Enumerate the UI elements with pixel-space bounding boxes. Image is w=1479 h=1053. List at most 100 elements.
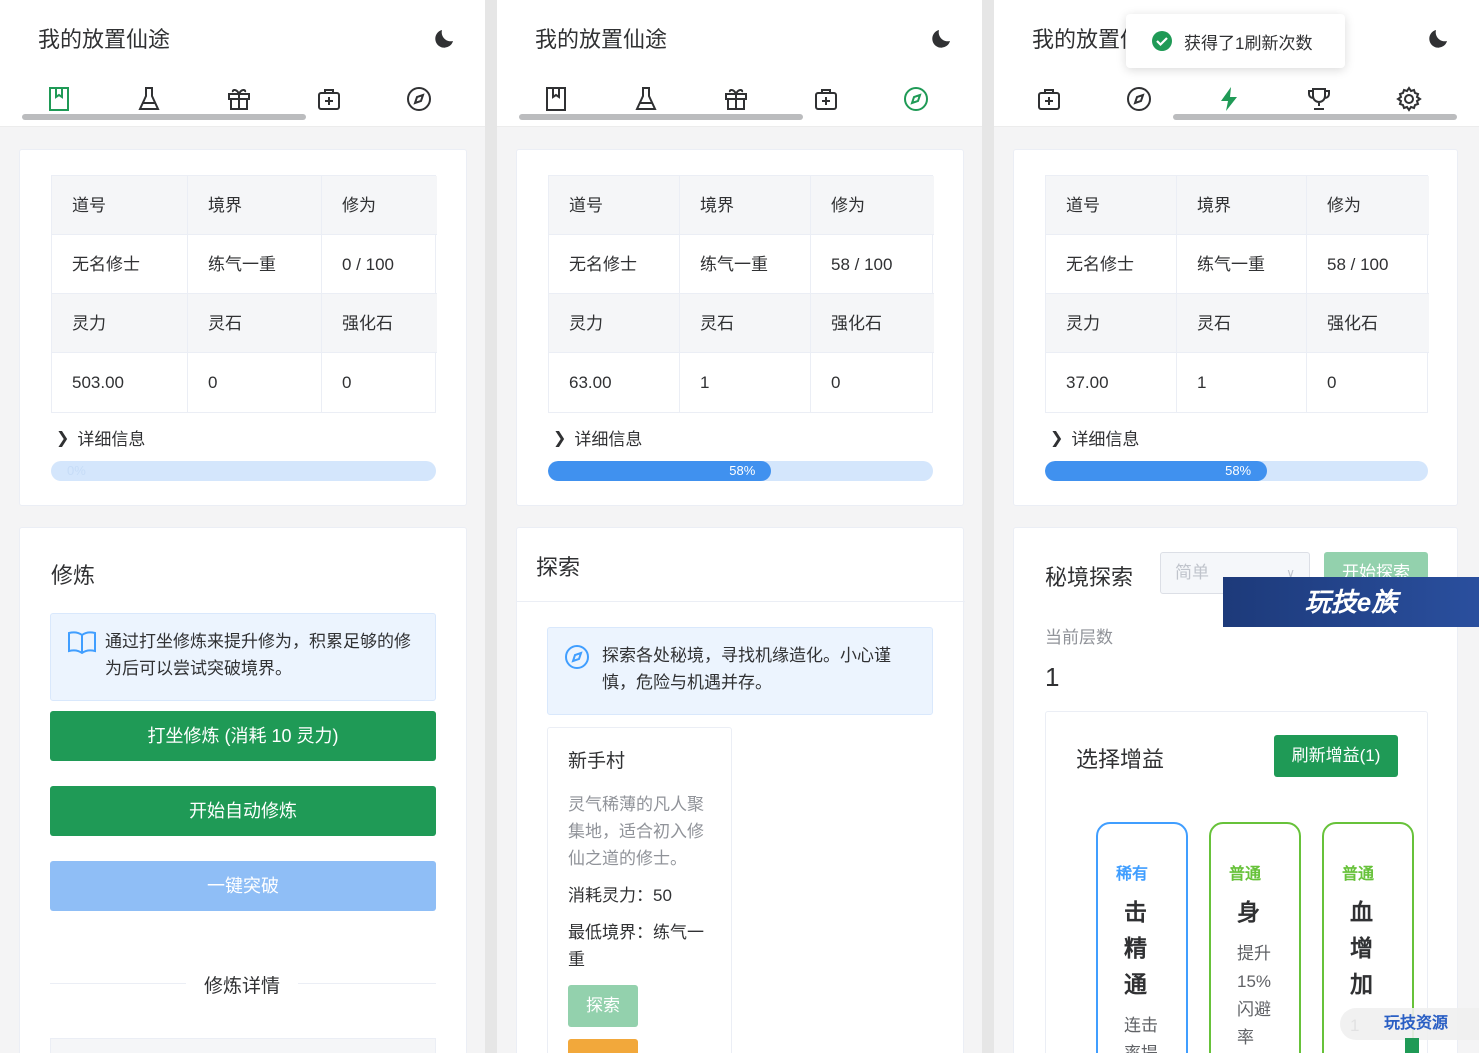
note-text: 探索各处秘境，寻找机缘造化。小心谨慎，危险与机遇并存。 xyxy=(602,646,891,692)
location-name: 新手村 xyxy=(568,751,626,772)
value-cultivation: 58 / 100 xyxy=(1307,235,1429,294)
value-refine: 0 xyxy=(1327,373,1337,392)
tab-inventory[interactable] xyxy=(316,84,342,114)
tab-alchemy[interactable] xyxy=(633,84,659,114)
header-cultivation: 修为 xyxy=(322,176,437,235)
floor-label: 当前层数 xyxy=(1045,628,1113,647)
panel-cultivation: 我的放置仙途 道号 境界 修为 无名修士 练气一重 0 / 100 灵力 灵石 … xyxy=(0,0,485,1053)
refresh-buff-button[interactable]: 刷新增益(1) xyxy=(1274,735,1398,777)
detail-toggle[interactable]: ❯ 详细信息 xyxy=(1050,425,1139,450)
buff-rarity: 稀有 xyxy=(1116,866,1149,883)
value-cultivation: 0 / 100 xyxy=(322,235,437,294)
tab-gift[interactable] xyxy=(226,84,252,114)
open-book-icon xyxy=(68,631,96,654)
value-spirit: 63.00 xyxy=(549,353,680,412)
first-aid-box-icon xyxy=(318,89,340,110)
location-min-realm: 最低境界：练气一重 xyxy=(568,923,704,969)
first-aid-box-icon xyxy=(815,89,837,110)
progress-label: 58% xyxy=(548,461,772,481)
progress-label: 58% xyxy=(1045,461,1268,481)
header-stone: 灵石 xyxy=(1177,294,1307,353)
floor-value: 1 xyxy=(1045,662,1060,692)
header-realm: 境界 xyxy=(1177,176,1307,235)
breakthrough-button[interactable]: 一键突破 xyxy=(50,861,436,911)
header-realm: 境界 xyxy=(188,176,322,235)
dark-mode-moon-icon[interactable] xyxy=(433,26,457,50)
tab-alchemy[interactable] xyxy=(136,84,162,114)
chevron-right-icon: ❯ xyxy=(56,429,70,447)
tab-settings[interactable] xyxy=(1396,84,1422,114)
cultivation-progress: 58% xyxy=(548,461,933,481)
location-desc: 灵气稀薄的凡人聚集地，适合初入修仙之道的修士。 xyxy=(568,795,704,868)
dark-mode-moon-icon[interactable] xyxy=(930,26,954,50)
header-divider xyxy=(517,601,965,602)
value-name: 无名修士 xyxy=(52,235,188,294)
secondary-button[interactable] xyxy=(568,1039,638,1053)
buff-name: 身 xyxy=(1237,899,1260,925)
app-header: 我的放置仙途 xyxy=(497,0,982,127)
panel-secret-realm: 我的放置仙途 道号 境界 修为 无名修士 练气一重 58 / 100 灵力 灵石… xyxy=(994,0,1479,1053)
tab-cultivation[interactable] xyxy=(543,84,569,114)
nav-tabs xyxy=(497,84,982,118)
tab-scrollbar[interactable] xyxy=(22,114,306,120)
meditate-button[interactable]: 打坐修炼 (消耗 10 灵力) xyxy=(50,711,436,761)
header-spirit: 灵力 xyxy=(52,294,188,353)
tab-inventory[interactable] xyxy=(1036,84,1062,114)
dark-mode-moon-icon[interactable] xyxy=(1427,26,1451,50)
detail-label: 详细信息 xyxy=(77,430,146,449)
cultivation-card: 修炼 通过打坐修炼来提升修为，积累足够的修为后可以尝试突破境界。 打坐修炼 (消… xyxy=(19,527,467,1053)
compass-icon xyxy=(904,87,928,111)
nav-tabs xyxy=(0,84,485,118)
explore-card: 探索 探索各处秘境，寻找机缘造化。小心谨慎，危险与机遇并存。 新手村 灵气稀薄的… xyxy=(516,527,965,1053)
detail-label: 详细信息 xyxy=(574,430,643,449)
detail-toggle[interactable]: ❯ 详细信息 xyxy=(553,425,642,450)
stats-table: 道号 境界 修为 无名修士 练气一重 58 / 100 灵力 灵石 强化石 63… xyxy=(548,175,934,413)
tab-secret-realm[interactable] xyxy=(1216,84,1242,114)
value-refine: 0 xyxy=(831,373,841,392)
app-title: 我的放置仙途 xyxy=(38,27,171,52)
tab-cultivation[interactable] xyxy=(46,84,72,114)
app-title: 我的放置仙途 xyxy=(535,27,668,52)
value-name: 无名修士 xyxy=(549,235,680,294)
detail-toggle[interactable]: ❯ 详细信息 xyxy=(56,425,145,450)
stats-table: 道号 境界 修为 无名修士 练气一重 0 / 100 灵力 灵石 强化石 503… xyxy=(51,175,437,413)
header-spirit: 灵力 xyxy=(549,294,680,353)
buff-name: 血增加 xyxy=(1350,899,1373,997)
info-note: 探索各处秘境，寻找机缘造化。小心谨慎，危险与机遇并存。 xyxy=(547,627,933,715)
tab-scrollbar[interactable] xyxy=(1173,114,1457,120)
value-realm: 练气一重 xyxy=(1177,235,1307,294)
buff-card[interactable]: 普通 身 提升15%闪避率 xyxy=(1209,822,1301,1053)
auto-cultivate-button[interactable]: 开始自动修炼 xyxy=(50,786,436,836)
header-realm: 境界 xyxy=(680,176,811,235)
compass-icon xyxy=(565,645,589,669)
value-spirit: 503.00 xyxy=(52,353,188,412)
toast-notification: 获得了1刷新次数 xyxy=(1126,14,1345,68)
header-name: 道号 xyxy=(1046,176,1177,235)
value-name: 无名修士 xyxy=(1046,235,1177,294)
note-text: 通过打坐修炼来提升修为，积累足够的修为后可以尝试突破境界。 xyxy=(105,632,411,678)
location-card: 新手村 灵气稀薄的凡人聚集地，适合初入修仙之道的修士。 消耗灵力：50 最低境界… xyxy=(547,727,732,1053)
check-circle-icon xyxy=(1152,31,1172,51)
compass-icon xyxy=(1127,87,1151,111)
tab-gift[interactable] xyxy=(723,84,749,114)
chevron-right-icon: ❯ xyxy=(1050,429,1064,447)
tab-explore[interactable] xyxy=(406,84,432,114)
watermark-badge: 玩技资源 xyxy=(1340,1008,1479,1040)
tab-achievements[interactable] xyxy=(1306,84,1332,114)
header-name: 道号 xyxy=(52,176,188,235)
tab-explore[interactable] xyxy=(903,84,929,114)
status-indicator xyxy=(1405,1038,1419,1053)
buff-card[interactable]: 稀有 击精通 连击率提 xyxy=(1096,822,1188,1053)
value-refine: 0 xyxy=(342,373,352,392)
value-stone: 1 xyxy=(680,353,811,412)
tab-explore[interactable] xyxy=(1126,84,1152,114)
header-refine: 强化石 xyxy=(1307,294,1429,353)
chevron-right-icon: ❯ xyxy=(553,429,567,447)
buff-desc: 连击率提 xyxy=(1124,1016,1158,1053)
buff-desc: 提升15%闪避率 xyxy=(1237,944,1272,1047)
tab-scrollbar[interactable] xyxy=(519,114,803,120)
tab-inventory[interactable] xyxy=(813,84,839,114)
header-spirit: 灵力 xyxy=(1046,294,1177,353)
section-title: 修炼 xyxy=(51,563,96,588)
explore-button[interactable]: 探索 xyxy=(568,985,638,1027)
